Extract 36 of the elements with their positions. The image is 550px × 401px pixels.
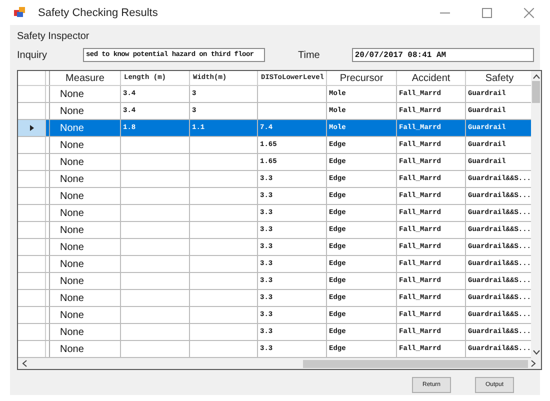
- scroll-thumb[interactable]: [532, 81, 540, 103]
- scroll-thumb[interactable]: [303, 360, 528, 368]
- table-cell: None: [60, 292, 84, 304]
- table-cell: None: [60, 276, 84, 286]
- time-label: Time: [298, 50, 320, 60]
- maximize-icon[interactable]: [482, 8, 492, 18]
- horizontal-scrollbar[interactable]: [18, 358, 541, 369]
- row-pointer-icon: [30, 125, 34, 131]
- table-cell: None: [60, 208, 84, 218]
- table-cell: None: [60, 242, 84, 252]
- table-cell: None: [60, 122, 84, 134]
- app-icon: [14, 7, 26, 18]
- table-cell: None: [60, 106, 84, 116]
- close-icon[interactable]: [524, 8, 534, 18]
- table-cell: None: [60, 140, 84, 150]
- scroll-up-icon[interactable]: [532, 74, 540, 79]
- scroll-left-icon[interactable]: [22, 360, 27, 367]
- inquiry-label: Inquiry: [17, 50, 48, 60]
- scroll-right-icon[interactable]: [531, 360, 536, 367]
- column-header[interactable]: Precursor: [327, 71, 397, 85]
- table-cell: None: [60, 88, 84, 100]
- vertical-scrollbar[interactable]: [531, 71, 541, 358]
- window-title: Safety Checking Results: [38, 6, 158, 18]
- column-header[interactable]: Accident: [397, 71, 466, 85]
- column-header[interactable]: Measure: [50, 71, 121, 85]
- table-cell: None: [60, 326, 84, 338]
- table-cell: None: [60, 190, 84, 202]
- time-field[interactable]: 20/07/2017 08:41 AM: [352, 48, 534, 62]
- table-cell: None: [60, 224, 84, 236]
- table-cell: None: [60, 174, 84, 184]
- group-label: Safety Inspector: [17, 31, 90, 42]
- table-cell: None: [60, 344, 84, 354]
- table-cell: None: [60, 258, 84, 270]
- scroll-down-icon[interactable]: [532, 350, 540, 355]
- table-cell: None: [60, 310, 84, 320]
- table-cell: None: [60, 156, 84, 168]
